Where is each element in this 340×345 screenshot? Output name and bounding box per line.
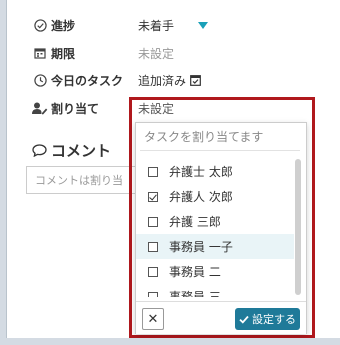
field-today-task: 今日のタスク [32, 71, 123, 89]
user-edit-icon [32, 100, 48, 116]
comment-input[interactable]: コメントは割り当 [26, 166, 136, 194]
assign-option[interactable]: 事務員 三 [136, 284, 294, 297]
assign-option[interactable]: 弁護士 太郎 [136, 159, 294, 184]
field-deadline-label: 期限 [51, 46, 76, 61]
apply-button[interactable]: 設定する [235, 308, 300, 330]
calendar-icon [32, 45, 48, 61]
close-button[interactable]: ✕ [142, 308, 164, 330]
dropdown-footer: ✕ 設定する [136, 301, 306, 334]
field-progress: 進捗 [32, 16, 75, 34]
assign-option-label: 事務員 二 [169, 265, 221, 279]
status-select-value: 未着手 [138, 18, 175, 33]
assign-dropdown: タスクを割り当てます 弁護士 太郎 弁護人 次郎 弁護 三郎 事務員 一子 事務… [135, 122, 307, 334]
window-frame-divider [6, 0, 7, 345]
field-assignee: 割り当て [32, 99, 99, 117]
check-icon [239, 315, 249, 324]
speech-bubble-icon [32, 144, 47, 157]
checkbox[interactable] [148, 241, 158, 252]
field-deadline: 期限 [32, 44, 75, 62]
calendar-check-icon [190, 75, 201, 86]
checkbox[interactable] [148, 266, 158, 277]
apply-button-label: 設定する [252, 313, 296, 326]
assign-option-list: 弁護士 太郎 弁護人 次郎 弁護 三郎 事務員 一子 事務員 二 事務員 三 [136, 159, 294, 297]
window-frame-bottom [0, 338, 340, 345]
field-assignee-label: 割り当て [51, 101, 100, 116]
deadline-value[interactable]: 未設定 [138, 44, 174, 62]
today-task-status: 追加済み [138, 73, 187, 88]
assign-option-label: 弁護士 太郎 [169, 165, 233, 179]
checkbox[interactable] [148, 166, 158, 177]
check-circle-icon [32, 17, 48, 33]
assign-option[interactable]: 弁護人 次郎 [136, 184, 294, 209]
assign-option-label: 事務員 一子 [169, 240, 233, 254]
assign-option[interactable]: 事務員 二 [136, 259, 294, 284]
status-select[interactable]: 未着手 [132, 14, 212, 36]
chevron-down-icon [198, 22, 208, 29]
field-today-task-label: 今日のタスク [51, 73, 124, 88]
close-icon: ✕ [147, 311, 159, 327]
comment-title-text: コメント [51, 142, 112, 160]
assign-option-label: 弁護人 次郎 [169, 190, 233, 204]
checkbox[interactable] [148, 216, 158, 227]
assign-option-label: 事務員 三 [169, 290, 221, 297]
dropdown-scrollbar[interactable] [295, 159, 301, 295]
assign-option-label: 弁護 三郎 [169, 215, 221, 229]
checkbox[interactable] [148, 291, 158, 297]
checkbox-checked[interactable] [148, 191, 158, 202]
clock-icon [32, 72, 48, 88]
comment-title: コメント [32, 140, 111, 161]
assign-option[interactable]: 弁護 三郎 [136, 209, 294, 234]
field-progress-label: 進捗 [51, 18, 76, 33]
today-task-value[interactable]: 追加済み [138, 71, 201, 89]
assign-search-input[interactable]: タスクを割り当てます [140, 123, 300, 151]
assign-option[interactable]: 事務員 一子 [136, 234, 294, 259]
